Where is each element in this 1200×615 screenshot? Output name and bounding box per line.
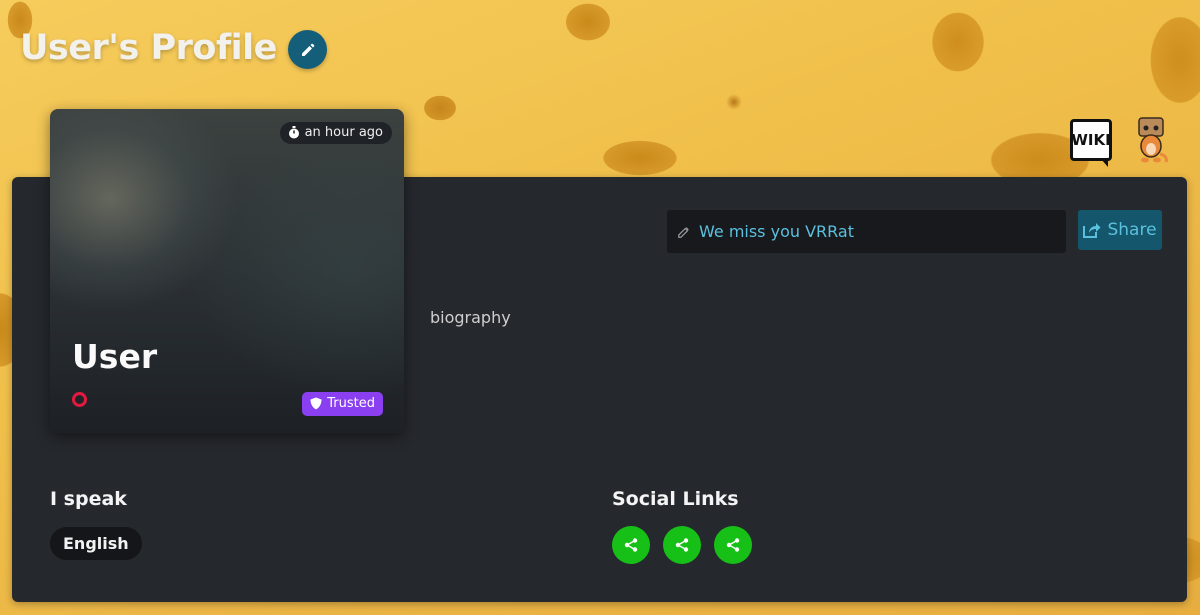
online-status-indicator [72,392,87,407]
edit-profile-button[interactable] [288,30,327,69]
profile-card: an hour ago User Trusted [50,109,404,433]
share-label: Share [1107,220,1157,240]
social-link-1[interactable] [612,526,650,564]
language-chip: English [50,527,142,560]
pencil-icon [678,226,689,238]
page-title: User's Profile [20,28,277,68]
wiki-label: WIKI [1071,131,1111,149]
social-links-list [612,526,752,564]
share-nodes-icon [675,538,689,552]
languages-heading: I speak [50,488,127,510]
share-nodes-icon [624,538,638,552]
share-square-icon [1083,223,1101,238]
biography-text: biography [430,308,511,327]
trust-badge-label: Trusted [327,396,375,411]
social-link-3[interactable] [714,526,752,564]
status-message[interactable]: We miss you VRRat [667,210,1066,253]
pencil-icon [301,43,314,56]
social-links-heading: Social Links [612,488,739,510]
corner-icons: WIKI [1070,116,1170,167]
social-link-2[interactable] [663,526,701,564]
user-name: User [72,337,158,376]
stopwatch-icon [288,126,299,139]
language-label: English [63,534,129,553]
wiki-icon[interactable]: WIKI [1070,119,1112,167]
share-button[interactable]: Share [1078,210,1162,250]
last-seen-badge: an hour ago [279,122,392,144]
share-nodes-icon [726,538,740,552]
status-text: We miss you VRRat [699,222,854,241]
trust-badge: Trusted [302,392,383,416]
shield-icon [310,397,322,410]
last-seen-text: an hour ago [304,125,383,140]
rat-mascot-icon[interactable] [1132,116,1170,164]
